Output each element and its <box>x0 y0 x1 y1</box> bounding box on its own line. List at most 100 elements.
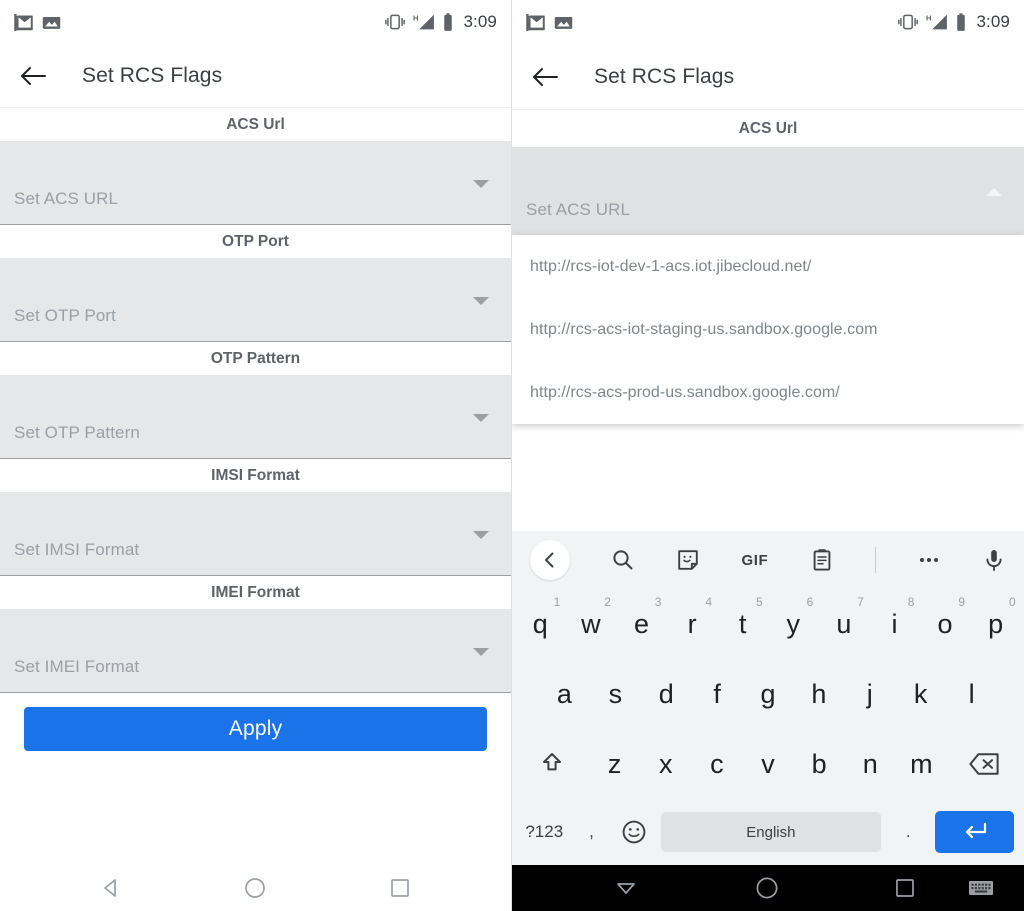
spinner-imsi-format[interactable]: Set IMSI Format <box>0 492 511 576</box>
key-s[interactable]: s <box>590 659 641 729</box>
back-nav-icon[interactable] <box>100 877 122 899</box>
home-nav-icon[interactable] <box>243 876 267 900</box>
back-arrow-icon[interactable] <box>20 63 46 89</box>
key-j[interactable]: j <box>844 659 895 729</box>
period-key[interactable]: . <box>887 799 929 865</box>
list-item[interactable]: http://rcs-acs-prod-us.sandbox.google.co… <box>512 361 1024 424</box>
key-y-number: 6 <box>806 595 814 609</box>
gif-icon[interactable]: GIF <box>742 552 769 569</box>
key-w[interactable]: 2w <box>566 589 617 659</box>
field-label-otp-pattern: OTP Pattern <box>0 342 511 375</box>
spinner-value-acs-url: Set ACS URL <box>14 189 119 208</box>
back-arrow-icon[interactable] <box>532 64 558 90</box>
key-z[interactable]: z <box>589 729 640 799</box>
spinner-otp-port[interactable]: Set OTP Port <box>0 258 511 342</box>
key-g[interactable]: g <box>743 659 794 729</box>
more-icon[interactable] <box>917 548 941 572</box>
keyboard-switch-icon[interactable] <box>968 878 994 898</box>
vibrate-icon <box>897 13 918 31</box>
key-t[interactable]: 5t <box>717 589 768 659</box>
key-w-number: 2 <box>604 595 611 609</box>
spinner-acs-url[interactable]: Set ACS URL <box>512 147 1024 235</box>
key-e-number: 3 <box>654 595 662 609</box>
home-nav-icon[interactable] <box>754 875 780 901</box>
recents-nav-icon[interactable] <box>389 877 411 899</box>
page-title: Set RCS Flags <box>82 63 223 87</box>
key-y[interactable]: 6y <box>768 589 819 659</box>
backspace-icon[interactable] <box>947 729 1021 799</box>
enter-icon[interactable] <box>935 811 1014 853</box>
key-q[interactable]: 1q <box>515 589 566 659</box>
status-bar-system-icons: H 3:09 <box>384 12 498 32</box>
spinner-otp-pattern[interactable]: Set OTP Pattern <box>0 375 511 459</box>
sticker-icon[interactable] <box>676 548 700 572</box>
keyboard-toolbar: GIF <box>512 531 1024 589</box>
key-b[interactable]: b <box>794 729 845 799</box>
signal-h-icon: H <box>926 13 948 31</box>
key-k[interactable]: k <box>895 659 946 729</box>
key-n[interactable]: n <box>845 729 896 799</box>
key-r-number: 4 <box>705 595 713 609</box>
clipboard-icon[interactable] <box>810 548 834 572</box>
rcs-flags-form: ACS Url Set ACS URL http://rcs-iot-dev-1… <box>512 110 1024 424</box>
key-h[interactable]: h <box>793 659 844 729</box>
list-item[interactable]: http://rcs-iot-dev-1-acs.iot.jibecloud.n… <box>512 235 1024 298</box>
key-w-label: w <box>581 608 601 639</box>
dual-screenshot-container: H 3:09 Set RCS Flags ACS Url Set ACS URL… <box>0 0 1024 911</box>
chevron-down-icon <box>473 413 489 422</box>
key-d[interactable]: d <box>641 659 692 729</box>
apply-button[interactable]: Apply <box>24 707 487 751</box>
field-label-imei-format: IMEI Format <box>0 576 511 609</box>
field-group-imei-format: IMEI Format Set IMEI Format <box>0 576 511 693</box>
status-bar-system-icons: H 3:09 <box>897 12 1011 32</box>
list-item[interactable]: http://rcs-acs-iot-staging-us.sandbox.go… <box>512 298 1024 361</box>
key-m[interactable]: m <box>896 729 947 799</box>
key-f[interactable]: f <box>692 659 743 729</box>
search-icon[interactable] <box>611 548 635 572</box>
battery-icon <box>443 12 453 32</box>
key-c[interactable]: c <box>691 729 742 799</box>
toolbar-divider <box>874 547 876 573</box>
space-key[interactable]: English <box>660 812 882 852</box>
key-t-label: t <box>738 608 747 639</box>
chevron-down-icon <box>473 647 489 656</box>
field-group-acs-url: ACS Url Set ACS URL <box>512 110 1024 235</box>
key-v[interactable]: v <box>742 729 793 799</box>
app-bar: Set RCS Flags <box>512 44 1024 110</box>
mic-icon[interactable] <box>982 548 1006 572</box>
key-p-label: p <box>988 608 1004 639</box>
key-p[interactable]: 0p <box>970 589 1021 659</box>
key-r[interactable]: 4r <box>667 589 718 659</box>
acs-url-dropdown-list: http://rcs-iot-dev-1-acs.iot.jibecloud.n… <box>512 235 1024 424</box>
spinner-acs-url[interactable]: Set ACS URL <box>0 141 511 225</box>
emoji-icon[interactable] <box>613 799 655 865</box>
status-bar-notifications <box>526 13 573 31</box>
hide-keyboard-nav-icon[interactable] <box>614 876 638 900</box>
key-o-number: 9 <box>958 595 966 609</box>
shift-icon[interactable] <box>515 729 589 799</box>
keyboard-row-4: ?123 , English . <box>512 799 1024 865</box>
symbols-key[interactable]: ?123 <box>518 799 571 865</box>
comma-key[interactable]: , <box>571 799 613 865</box>
status-bar: H 3:09 <box>512 0 1024 44</box>
key-u-label: u <box>836 608 852 639</box>
spinner-imei-format[interactable]: Set IMEI Format <box>0 609 511 693</box>
rcs-flags-form: ACS Url Set ACS URL OTP Port Set OTP Por… <box>0 108 511 751</box>
svg-text:H: H <box>926 13 932 22</box>
key-x[interactable]: x <box>640 729 691 799</box>
field-label-otp-port: OTP Port <box>0 225 511 258</box>
key-i[interactable]: 8i <box>869 589 920 659</box>
back-chevron-icon[interactable] <box>530 540 570 580</box>
key-a[interactable]: a <box>539 659 590 729</box>
left-screen: H 3:09 Set RCS Flags ACS Url Set ACS URL… <box>0 0 512 911</box>
key-u[interactable]: 7u <box>819 589 870 659</box>
key-o[interactable]: 9o <box>920 589 971 659</box>
recents-nav-icon[interactable] <box>894 877 916 899</box>
key-i-number: 8 <box>907 595 915 609</box>
chevron-up-icon <box>986 188 1002 196</box>
key-e[interactable]: 3e <box>616 589 667 659</box>
key-l[interactable]: l <box>946 659 997 729</box>
app-bar: Set RCS Flags <box>0 44 511 108</box>
status-bar-notifications <box>14 13 61 31</box>
status-bar-clock: 3:09 <box>463 12 497 31</box>
